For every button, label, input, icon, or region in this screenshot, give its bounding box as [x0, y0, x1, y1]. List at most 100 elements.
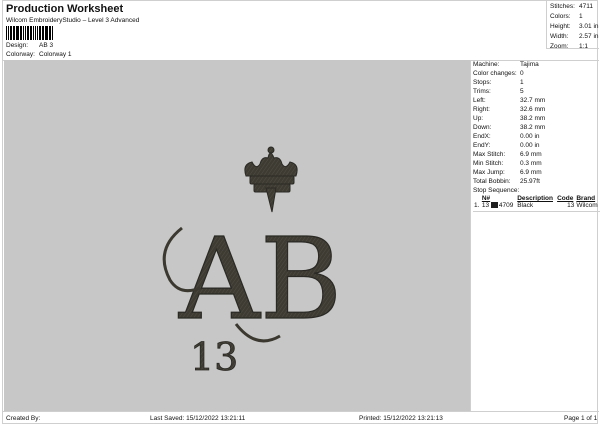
machine-label: Min Stitch:	[473, 160, 504, 167]
column-blank	[473, 195, 481, 202]
machine-row: Stops: 1	[473, 79, 599, 88]
machine-value: Tajima	[520, 61, 539, 68]
barcode-bar	[40, 26, 41, 40]
row-index: 1.	[474, 202, 480, 209]
barcode-bar	[9, 26, 11, 40]
machine-row: Min Stitch: 0.3 mm	[473, 160, 599, 169]
stat-row: Zoom: 1:1	[550, 43, 599, 53]
barcode-bar	[13, 26, 15, 40]
table-header-row: N# Description Code Brand	[473, 195, 600, 202]
machine-label: Up:	[473, 115, 484, 122]
stat-label: Zoom:	[550, 43, 569, 50]
row-brand: Wilcom	[576, 202, 598, 209]
machine-label: Max Stitch:	[473, 151, 506, 158]
machine-label: Color changes:	[473, 70, 517, 77]
barcode-bar	[31, 26, 32, 40]
stats-box: Stitches: 4711 Colors: 1 Height: 3.01 in Wi…	[546, 1, 599, 50]
machine-row: EndX: 0.00 in	[473, 133, 599, 142]
barcode	[6, 26, 54, 40]
barcode-bar	[41, 26, 44, 40]
machine-value: 32.6 mm	[520, 106, 546, 113]
machine-label: Total Bobbin:	[473, 178, 511, 185]
machine-value: 6.9 mm	[520, 169, 542, 176]
design-value: AB 3	[39, 42, 54, 49]
monogram: AB 13	[162, 214, 343, 379]
footer: Created By: Last Saved: 15/12/2022 13:21…	[3, 411, 599, 424]
design-preview: AB 13	[4, 60, 470, 411]
barcode-bar	[26, 26, 29, 40]
colorway-label: Colorway:	[6, 51, 35, 58]
embroidery-design-image: AB 13	[162, 146, 343, 379]
machine-value: 0	[520, 70, 524, 77]
printed-date: Printed: 15/12/2022 13:21:13	[359, 415, 443, 422]
machine-row: Machine: Tajima	[473, 61, 599, 70]
stat-label: Colors:	[550, 13, 571, 20]
row-n: 13 4709	[481, 202, 516, 209]
color-swatch	[490, 202, 498, 208]
stat-value: 4711	[579, 3, 593, 10]
machine-panel: Machine: Tajima Color changes: 0 Stops: 1 T…	[470, 60, 600, 411]
barcode-bar	[44, 26, 46, 40]
barcode-bar	[7, 26, 9, 40]
page-title: Production Worksheet	[6, 3, 124, 15]
row-n-value: 13	[481, 202, 490, 209]
stat-row: Width: 2.57 in	[550, 33, 599, 43]
machine-row: Color changes: 0	[473, 70, 599, 79]
machine-label: Down:	[473, 124, 492, 131]
stat-row: Stitches: 4711	[550, 3, 599, 13]
machine-value: 6.9 mm	[520, 151, 542, 158]
machine-value: 0.00 in	[520, 142, 540, 149]
machine-value: 38.2 mm	[520, 124, 546, 131]
barcode-bar	[15, 26, 17, 40]
barcode-bar	[34, 26, 36, 40]
column-n: N#	[481, 195, 491, 202]
stop-sequence-table: N# Description Code Brand 1. 13 4709 Bla…	[473, 195, 600, 209]
created-by: Created By:	[6, 415, 41, 422]
barcode-bar	[19, 26, 21, 40]
barcode-bar	[50, 26, 51, 40]
machine-label: Right:	[473, 106, 490, 113]
stat-value: 2.57 in	[579, 33, 599, 40]
barcode-bar	[51, 26, 53, 40]
barcode-bar	[17, 26, 19, 40]
machine-row: Trims: 5	[473, 88, 599, 97]
monogram-number: 13	[190, 335, 238, 379]
stat-value: 1:1	[579, 43, 589, 50]
table-row: 1. 13 4709 Black 13 Wilcom	[473, 202, 600, 209]
stat-row: Height: 3.01 in	[550, 23, 599, 33]
barcode-bar	[48, 26, 50, 40]
machine-value: 0.3 mm	[520, 160, 542, 167]
column-code: Code	[557, 195, 574, 202]
last-saved: Last Saved: 15/12/2022 13:21:11	[150, 415, 246, 422]
machine-row: Down: 38.2 mm	[473, 124, 599, 133]
machine-row: Max Jump: 6.9 mm	[473, 169, 599, 178]
machine-label: EndX:	[473, 133, 491, 140]
barcode-bar	[32, 26, 34, 40]
barcode-bar	[11, 26, 13, 40]
machine-label: Max Jump:	[473, 169, 505, 176]
machine-row: Up: 38.2 mm	[473, 115, 599, 124]
stat-label: Height:	[550, 23, 571, 30]
machine-row: Right: 32.6 mm	[473, 106, 599, 115]
barcode-bar	[46, 26, 48, 40]
design-row: Design: AB 3	[6, 42, 53, 49]
row-stitches: 4709	[498, 202, 514, 209]
stat-value: 1	[579, 13, 583, 20]
machine-value: 5	[520, 88, 524, 95]
monogram-letters: AB	[178, 215, 342, 345]
stat-row: Colors: 1	[550, 13, 599, 23]
stop-divider	[473, 211, 600, 212]
machine-label: Machine:	[473, 61, 500, 68]
software-subtitle: Wilcom EmbroideryStudio – Level 3 Advanc…	[6, 17, 140, 24]
page-number: Page 1 of 1	[564, 415, 598, 422]
column-description: Description	[517, 195, 553, 202]
barcode-bar	[36, 26, 38, 40]
machine-label: Trims:	[473, 88, 491, 95]
column-brand: Brand	[576, 195, 596, 202]
machine-row: Max Stitch: 6.9 mm	[473, 151, 599, 160]
stop-sequence-title: Stop Sequence:	[473, 187, 520, 194]
stat-label: Width:	[550, 33, 569, 40]
row-code: 13	[567, 202, 575, 209]
barcode-bar	[6, 26, 7, 40]
machine-value: 0.00 in	[520, 133, 540, 140]
